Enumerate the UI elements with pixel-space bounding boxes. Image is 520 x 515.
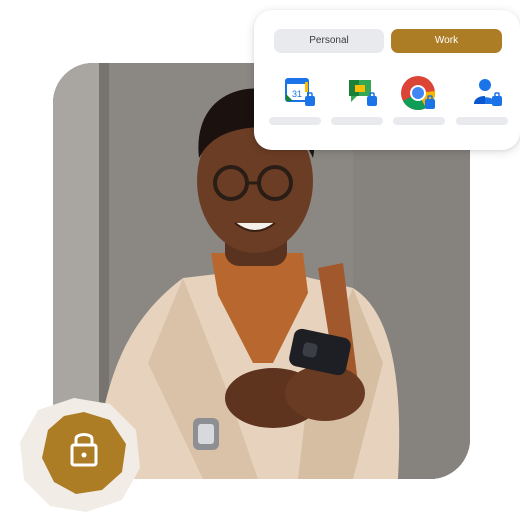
chat-icon [343,74,381,112]
app-label-placeholder [393,117,445,125]
profile-tabs: Personal Work [274,29,502,53]
security-badge [14,390,154,515]
tab-work[interactable]: Work [391,29,502,53]
tab-personal[interactable]: Personal [274,29,384,53]
app-chat[interactable] [331,74,383,132]
app-calendar[interactable]: 31 [269,74,321,132]
app-chrome[interactable] [393,74,445,132]
badge-shape [20,398,140,512]
chrome-icon [399,74,437,112]
app-label-placeholder [456,117,508,125]
calendar-icon: 31 [281,74,319,112]
app-label-placeholder [269,117,321,125]
contacts-icon [468,74,506,112]
profile-switch-card: Personal Work 31 [254,10,520,150]
app-contacts[interactable] [456,74,508,132]
calendar-date: 31 [292,89,302,99]
app-label-placeholder [331,117,383,125]
